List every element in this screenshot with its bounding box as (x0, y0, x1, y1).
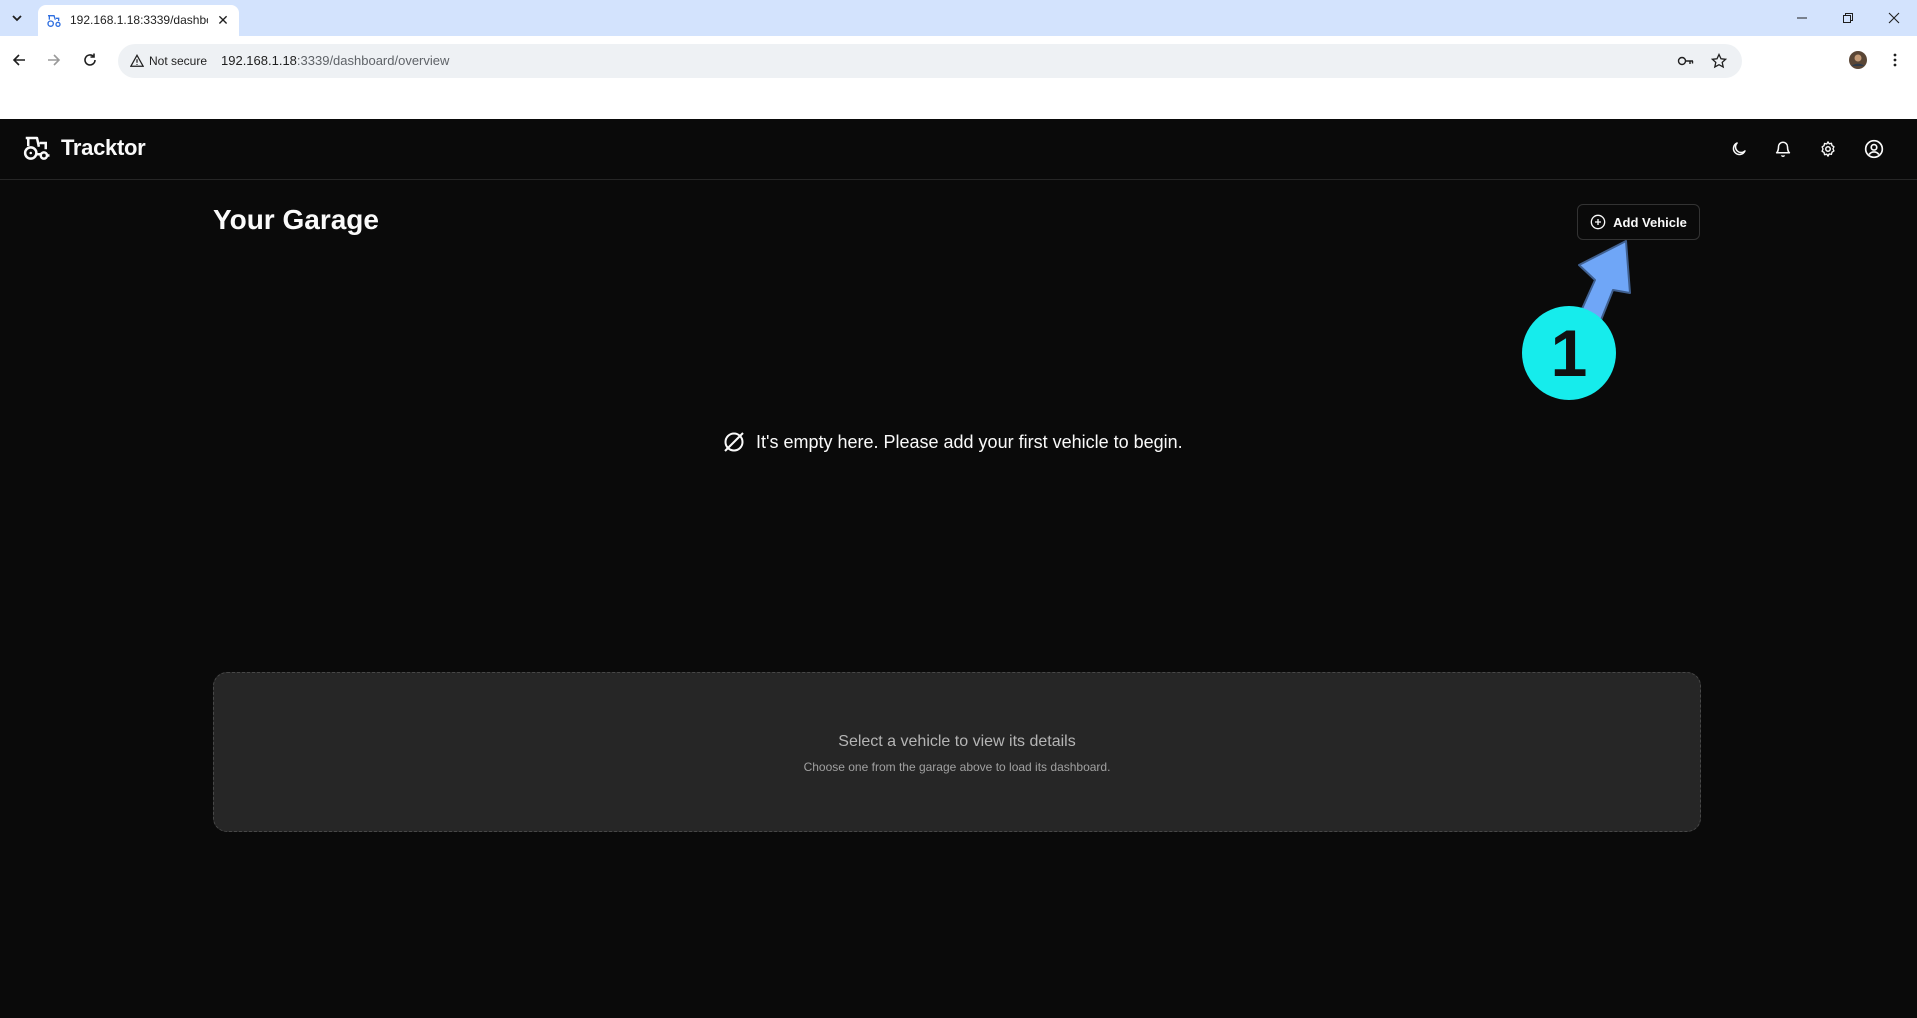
details-title: Select a vehicle to view its details (838, 733, 1076, 750)
avatar-icon (1849, 51, 1867, 69)
gear-icon (1821, 141, 1835, 157)
browser-menu-button[interactable] (1883, 48, 1907, 72)
account-button[interactable] (1863, 138, 1885, 160)
browser-tab-bar: 192.168.1.18:3339/dashbo ✕ (0, 0, 1917, 36)
bookmark-button[interactable] (1710, 52, 1728, 70)
browser-tab[interactable]: 192.168.1.18:3339/dashbo ✕ (38, 5, 239, 36)
close-icon (1888, 12, 1900, 24)
reload-icon (84, 53, 96, 66)
brand-name: Tracktor (61, 135, 146, 160)
back-button[interactable] (7, 48, 31, 72)
star-icon (1711, 53, 1727, 69)
url-path: :3339/dashboard/overview (296, 53, 450, 68)
security-chip[interactable]: Not secure (126, 49, 215, 73)
arrow-right-icon (48, 54, 61, 66)
bell-icon (1775, 141, 1791, 158)
minimize-icon (1797, 17, 1807, 19)
step-number-badge: 1 (1522, 306, 1616, 400)
restore-icon (1843, 13, 1853, 23)
page-title: Your Garage (213, 204, 379, 235)
url-text[interactable]: 192.168.1.18:3339/dashboard/overview (221, 53, 449, 68)
chevron-down-icon (12, 15, 22, 22)
add-vehicle-button[interactable]: Add Vehicle (1577, 204, 1700, 240)
notifications-button[interactable] (1772, 138, 1794, 160)
minimize-button[interactable] (1779, 0, 1825, 36)
plus-circle-icon (1590, 214, 1606, 230)
arrow-left-icon (12, 54, 25, 66)
restore-button[interactable] (1825, 0, 1871, 36)
kebab-menu-icon (1893, 53, 1897, 67)
address-bar[interactable]: Not secure 192.168.1.18:3339/dashboard/o… (118, 44, 1742, 78)
tractor-favicon-icon (47, 15, 61, 27)
reload-button[interactable] (78, 48, 102, 72)
password-key-button[interactable] (1677, 52, 1695, 70)
tab-title: 192.168.1.18:3339/dashbo (70, 13, 208, 27)
url-host: 192.168.1.18 (221, 53, 297, 68)
warning-icon (130, 54, 144, 67)
tractor-logo-icon (23, 136, 50, 160)
close-window-button[interactable] (1871, 0, 1917, 36)
tab-list-button[interactable] (6, 7, 28, 29)
user-circle-icon (1864, 139, 1884, 159)
tab-close-icon[interactable]: ✕ (214, 11, 232, 29)
empty-state-message: It's empty here. Please add your first v… (722, 430, 1183, 454)
key-icon (1677, 56, 1694, 66)
empty-state-text: It's empty here. Please add your first v… (756, 431, 1183, 452)
security-label: Not secure (149, 54, 208, 68)
theme-toggle-button[interactable] (1728, 138, 1750, 160)
forward-button[interactable] (42, 48, 66, 72)
app-header: Tracktor (0, 119, 1917, 180)
brand[interactable]: Tracktor (22, 133, 146, 163)
browser-toolbar: Not secure 192.168.1.18:3339/dashboard/o… (0, 36, 1917, 86)
add-vehicle-label: Add Vehicle (1613, 214, 1687, 230)
details-subtitle: Choose one from the garage above to load… (803, 760, 1111, 774)
browser-bookmark-area (0, 86, 1917, 119)
vehicle-details-placeholder: Select a vehicle to view its details Cho… (213, 672, 1701, 832)
empty-set-icon (724, 432, 744, 452)
moon-icon (1732, 142, 1746, 156)
settings-button[interactable] (1817, 138, 1839, 160)
profile-avatar[interactable] (1846, 48, 1870, 72)
